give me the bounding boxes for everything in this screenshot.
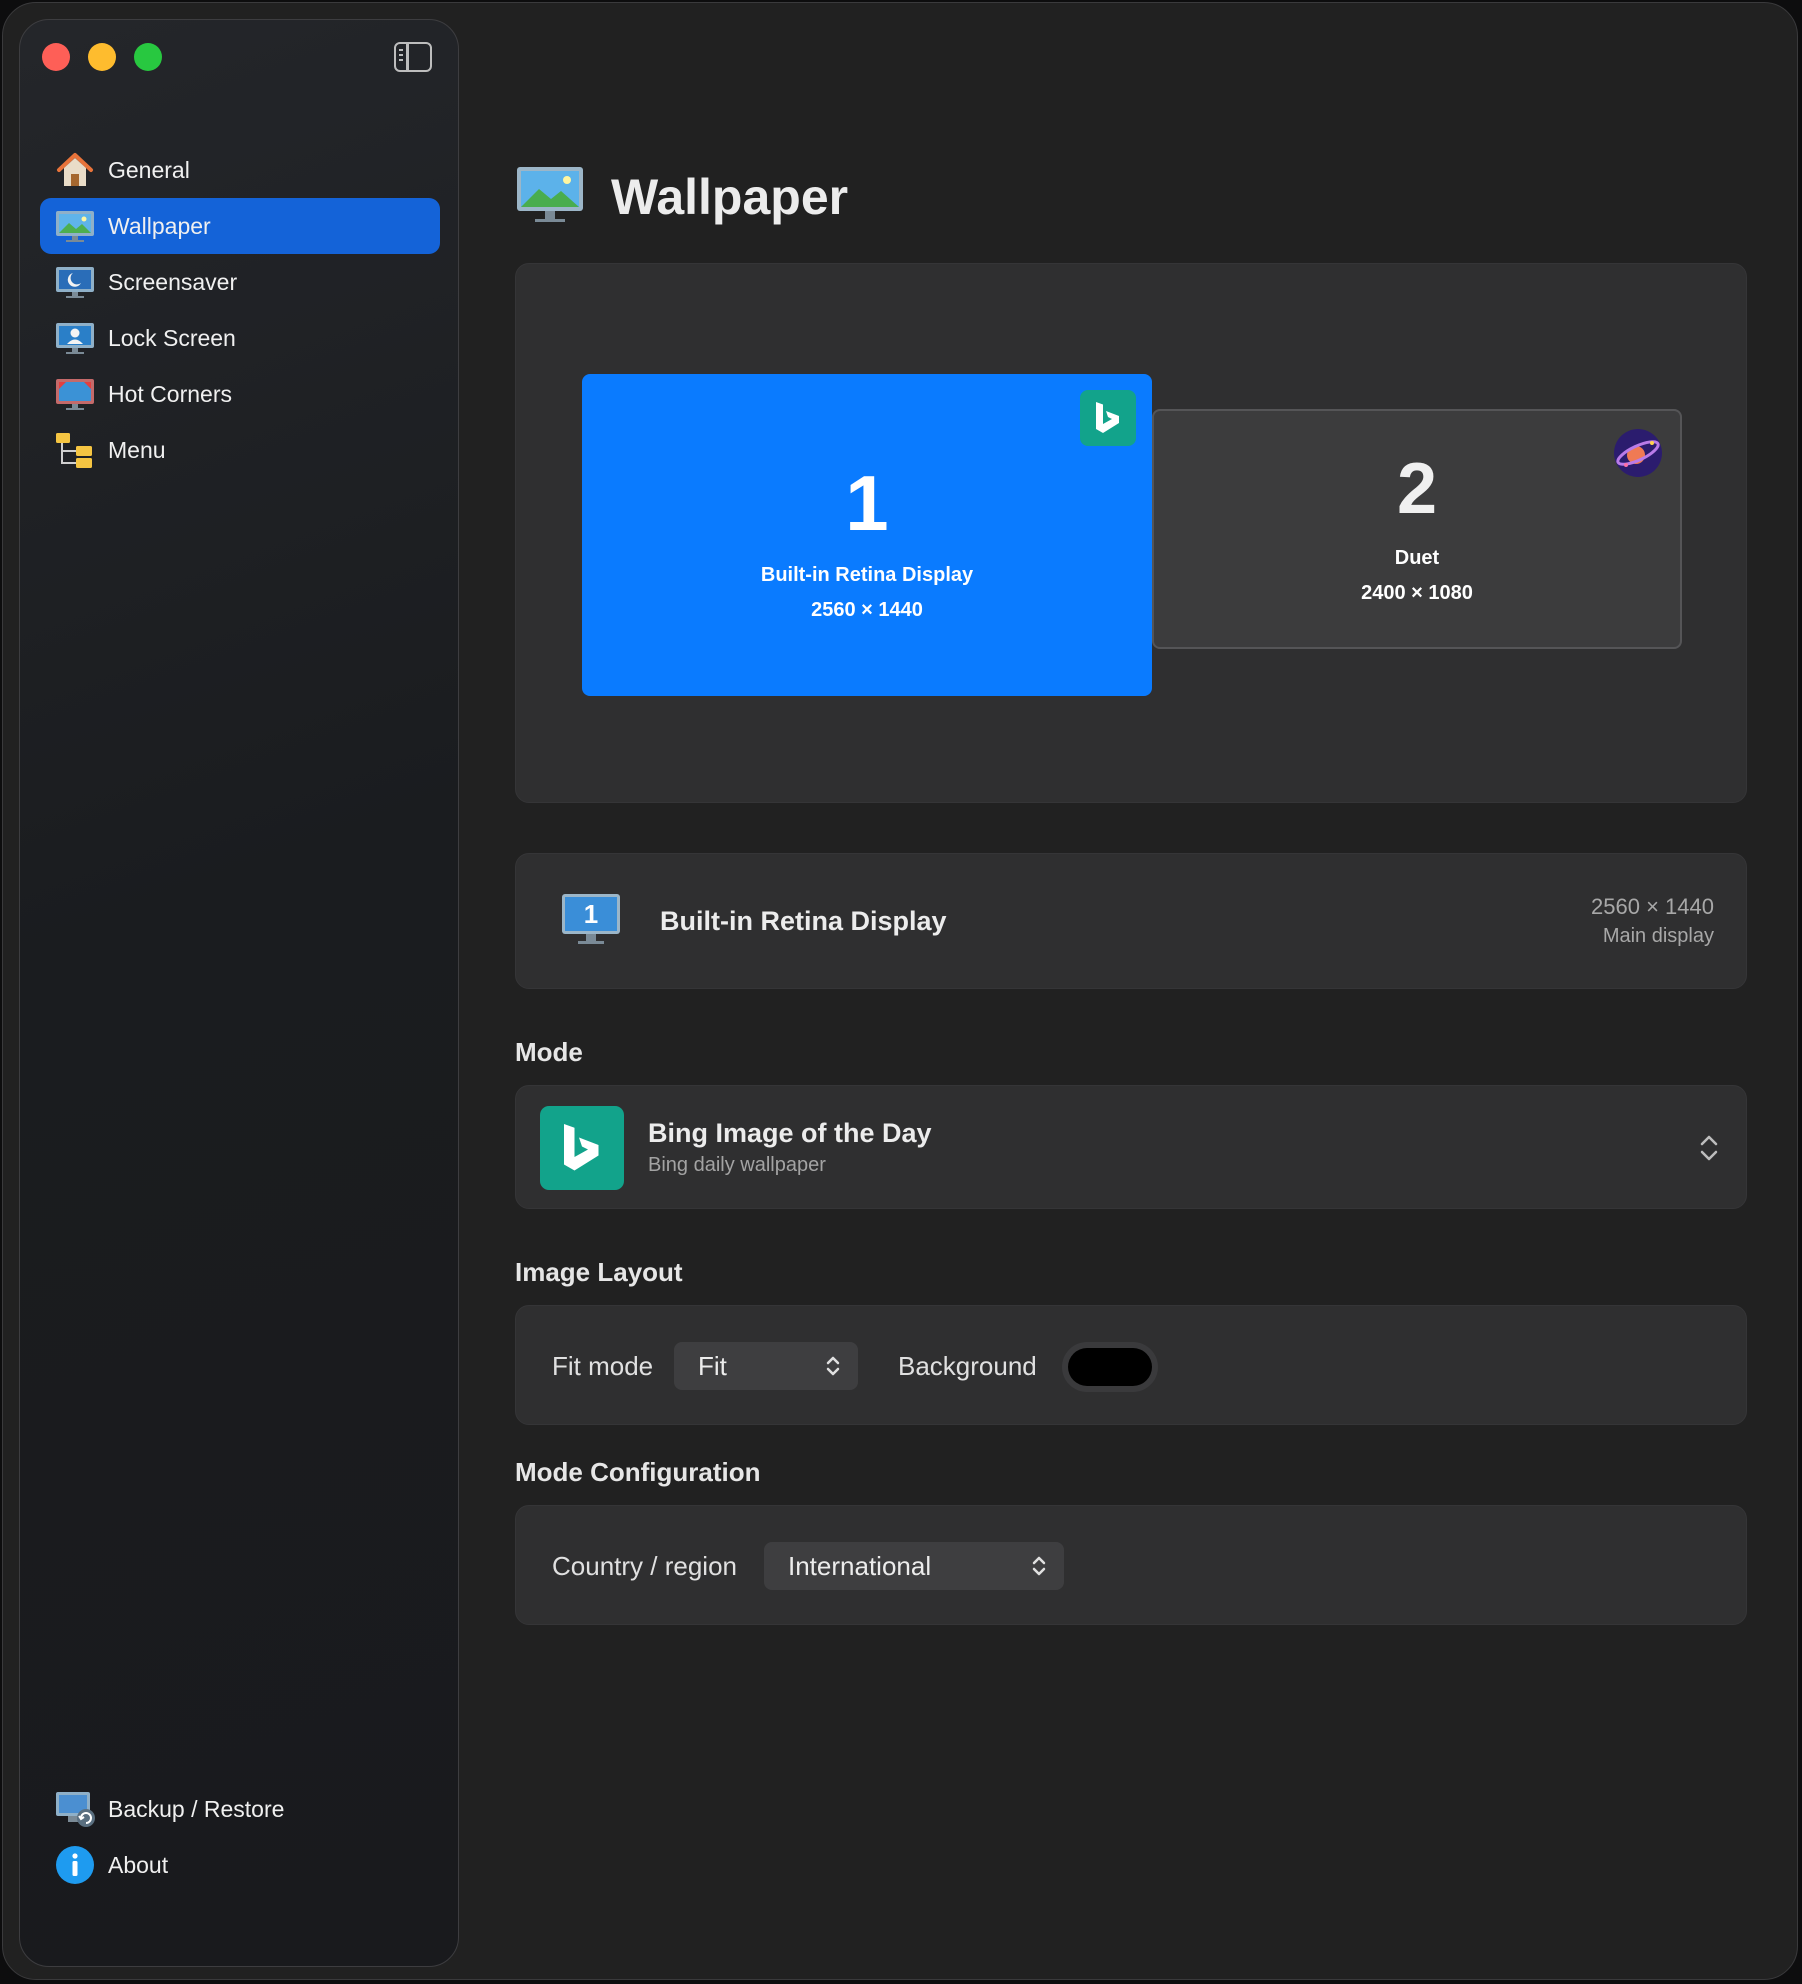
display-number: 2 — [1396, 449, 1438, 529]
display-2-tile[interactable]: 2 Duet 2400 × 1080 — [1152, 409, 1682, 649]
monitor-number-icon: 1 — [560, 892, 622, 953]
sidebar-item-label: About — [108, 1851, 169, 1878]
display-name: Duet — [1394, 547, 1440, 569]
background-label: Background — [898, 1351, 1037, 1381]
selected-display-panel: 1 Built-in Retina Display 2560 × 1440 Ma… — [515, 853, 1747, 989]
minimize-window-button[interactable] — [88, 43, 116, 71]
sidebar-item-label: Screensaver — [108, 268, 238, 295]
display-number: 1 — [845, 459, 889, 547]
fit-mode-value: Fit — [698, 1350, 727, 1381]
selected-display-subtitle: Main display — [1602, 925, 1714, 947]
sidebar-item-general[interactable]: General — [40, 142, 440, 198]
image-layout-section-label: Image Layout — [515, 1257, 683, 1287]
folder-tree-icon — [54, 429, 96, 471]
mode-subtitle: Bing daily wallpaper — [648, 1154, 826, 1176]
house-icon — [54, 149, 96, 191]
zoom-window-button[interactable] — [134, 43, 162, 71]
page-header: Wallpaper — [515, 165, 848, 229]
display-name: Built-in Retina Display — [760, 564, 974, 586]
sidebar-item-about[interactable]: About — [40, 1837, 440, 1893]
display-resolution: 2400 × 1080 — [1361, 582, 1473, 604]
bing-icon — [540, 1106, 624, 1190]
mode-configuration-panel: Country / region International — [515, 1505, 1747, 1625]
monitor-landscape-icon — [54, 205, 96, 247]
monitor-user-icon — [54, 317, 96, 359]
sidebar-item-label: Menu — [108, 436, 166, 463]
country-region-select[interactable]: International — [764, 1542, 1064, 1590]
sidebar-bottom-nav: Backup / Restore About — [40, 1781, 440, 1893]
monitor-red-icon — [54, 373, 96, 415]
sidebar-item-label: Lock Screen — [108, 324, 236, 351]
display-arrangement-panel: 1 Built-in Retina Display 2560 × 1440 2 … — [515, 263, 1747, 803]
mode-title: Bing Image of the Day — [648, 1118, 932, 1148]
selected-display-name: Built-in Retina Display — [660, 906, 947, 936]
wallpaper-header-icon — [515, 163, 585, 232]
sidebar-nav: General Wallpaper Screensaver Lock Scree… — [40, 142, 440, 478]
mode-configuration-section-label: Mode Configuration — [515, 1457, 761, 1487]
sidebar-item-label: Backup / Restore — [108, 1795, 285, 1822]
image-layout-panel: Fit mode Fit Background — [515, 1305, 1747, 1425]
sidebar-toggle-icon[interactable] — [394, 42, 432, 72]
fit-mode-label: Fit mode — [552, 1351, 654, 1381]
selected-display-resolution: 2560 × 1440 — [1591, 894, 1714, 919]
display-resolution: 2560 × 1440 — [811, 599, 923, 621]
chevron-up-down-icon — [1698, 1132, 1720, 1164]
sidebar-item-label: General — [108, 156, 190, 183]
info-icon — [54, 1844, 96, 1886]
bing-icon — [1080, 390, 1136, 446]
sidebar-item-backup-restore[interactable]: Backup / Restore — [40, 1781, 440, 1837]
mode-selector[interactable]: Bing Image of the Day Bing daily wallpap… — [515, 1085, 1747, 1209]
chevron-up-down-icon — [824, 1352, 842, 1380]
display-1-tile[interactable]: 1 Built-in Retina Display 2560 × 1440 — [582, 374, 1152, 696]
sidebar-item-lock-screen[interactable]: Lock Screen — [40, 310, 440, 366]
country-region-label: Country / region — [552, 1551, 737, 1581]
sidebar-item-label: Wallpaper — [108, 212, 211, 239]
page-title: Wallpaper — [611, 169, 849, 225]
main-content: Wallpaper 1 Built-in Retina Display 2560… — [515, 3, 1797, 1979]
country-region-value: International — [788, 1550, 932, 1581]
sidebar-item-hot-corners[interactable]: Hot Corners — [40, 366, 440, 422]
planet-icon — [1610, 425, 1666, 481]
monitor-moon-icon — [54, 261, 96, 303]
sidebar-item-wallpaper[interactable]: Wallpaper — [40, 198, 440, 254]
sidebar-item-label: Hot Corners — [108, 380, 232, 407]
backup-restore-icon — [54, 1788, 96, 1830]
chevron-up-down-icon — [1030, 1552, 1048, 1580]
mode-section-label: Mode — [515, 1037, 583, 1067]
fit-mode-select[interactable]: Fit — [674, 1342, 858, 1390]
monitor-number-text: 1 — [584, 899, 598, 929]
close-window-button[interactable] — [42, 43, 70, 71]
sidebar-item-screensaver[interactable]: Screensaver — [40, 254, 440, 310]
background-color-well[interactable] — [1062, 1342, 1158, 1392]
settings-window: General Wallpaper Screensaver Lock Scree… — [2, 2, 1798, 1980]
sidebar: General Wallpaper Screensaver Lock Scree… — [19, 19, 459, 1967]
sidebar-item-menu[interactable]: Menu — [40, 422, 440, 478]
